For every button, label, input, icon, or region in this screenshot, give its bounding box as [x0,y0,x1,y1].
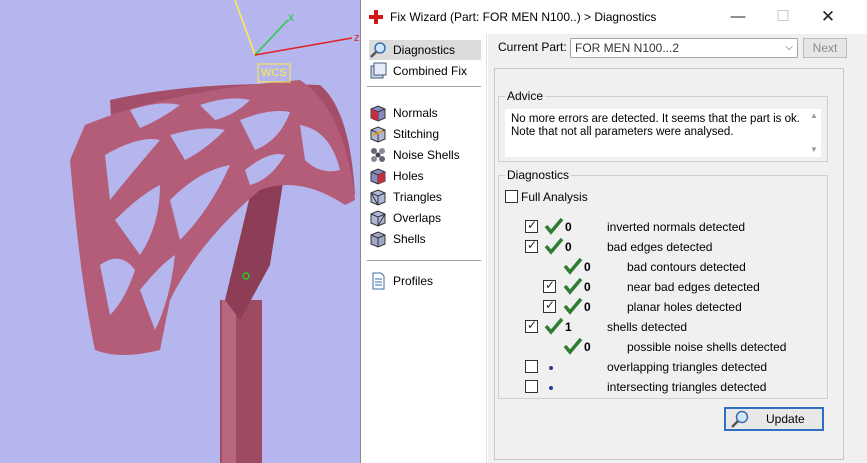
advice-group: Advice No more errors are detected. It s… [498,89,828,162]
overlapping-triangles-checkbox[interactable] [525,360,538,373]
bad-contours-count: 0 [584,260,591,274]
minimize-button[interactable]: — [723,6,753,28]
close-button[interactable]: ✕ [813,6,843,28]
nav-item-stitching[interactable]: Stitching [369,124,481,144]
noise-shells-label: possible noise shells detected [627,340,787,354]
holes-cube-icon [370,168,386,185]
ok-check-icon [544,317,564,335]
shells-label: shells detected [607,320,688,334]
nav-item-label: Normals [393,106,438,120]
full-analysis-label: Full Analysis [521,190,588,204]
shells-cube-icon [370,231,386,248]
nav-item-overlaps[interactable]: Overlaps [369,208,481,228]
ok-check-icon [544,217,564,235]
magnifier-icon [370,42,386,58]
stitching-cube-icon [370,126,386,143]
intersecting-triangles-label: intersecting triangles detected [607,380,767,394]
planar-holes-checkbox[interactable] [543,298,556,313]
diagnostics-group: Diagnostics Full Analysis 0 inverted nor… [498,168,828,399]
inverted-normals-checkbox[interactable] [525,218,538,233]
nav-item-shells[interactable]: Shells [369,229,481,249]
main-panel: Current Part: FOR MEN N100...2 ⌵ Next Ad… [488,34,867,463]
scroll-up-icon[interactable]: ▲ [810,111,818,120]
planar-holes-label: planar holes detected [627,300,742,314]
nav-item-label: Combined Fix [393,64,468,78]
inverted-normals-label: inverted normals detected [607,220,746,234]
normals-cube-icon [370,105,386,122]
maximize-button[interactable]: ☐ [768,6,798,28]
diagnostics-title: Diagnostics [505,168,572,182]
nav-item-normals[interactable]: Normals [369,103,481,123]
advice-title: Advice [505,89,546,103]
nav-item-label: Shells [393,232,426,246]
profiles-document-icon [372,272,385,290]
title-bar[interactable]: Fix Wizard (Part: FOR MEN N100..) > Diag… [361,0,867,34]
nav-item-label: Stitching [393,127,440,141]
update-label: Update [766,412,805,426]
nav-item-label: Holes [393,169,424,183]
red-cross-icon [369,10,383,24]
ok-check-icon [563,257,583,275]
current-part-value: FOR MEN N100...2 [575,41,680,55]
update-button[interactable]: Update [724,407,824,431]
axis-z-label: z [354,32,360,44]
window-title: Fix Wizard (Part: FOR MEN N100..) > Diag… [390,10,657,24]
not-analysed-dot-icon [549,386,553,390]
nav-divider [367,260,481,261]
advice-textbox[interactable]: No more errors are detected. It seems th… [505,109,807,157]
nav-item-holes[interactable]: Holes [369,166,481,186]
advice-scrollbar[interactable]: ▲ ▼ [807,109,821,157]
ok-check-icon [544,237,564,255]
triangles-cube-icon [370,189,386,206]
model-render [70,0,355,463]
nav-item-label: Noise Shells [393,148,460,162]
current-part-select[interactable]: FOR MEN N100...2 ⌵ [570,38,798,58]
nav-item-combined-fix[interactable]: Combined Fix [369,61,481,81]
nav-item-noise-shells[interactable]: Noise Shells [369,145,481,165]
advice-line: No more errors are detected. It seems th… [511,113,800,125]
inverted-normals-count: 0 [565,220,572,234]
full-analysis-checkbox[interactable] [505,190,518,203]
next-button[interactable]: Next [803,38,847,58]
3d-viewport[interactable]: x z WCS [0,0,360,463]
planar-holes-count: 0 [584,300,591,314]
nav-item-label: Profiles [393,274,434,288]
ok-check-icon [563,277,583,295]
magnifier-icon [731,410,749,428]
scroll-down-icon[interactable]: ▼ [810,145,818,154]
not-analysed-dot-icon [549,366,553,370]
ok-check-icon [563,337,583,355]
near-bad-edges-count: 0 [584,280,591,294]
combined-fix-icon [370,62,387,79]
bad-edges-label: bad edges detected [607,240,713,254]
bad-contours-label: bad contours detected [627,260,746,274]
intersecting-triangles-checkbox[interactable] [525,380,538,393]
overlapping-triangles-label: overlapping triangles detected [607,360,768,374]
shells-count: 1 [565,320,572,334]
current-part-label: Current Part: [498,40,567,54]
overlaps-cube-icon [370,210,386,227]
nav-item-triangles[interactable]: Triangles [369,187,481,207]
nav-item-label: Diagnostics [393,43,456,57]
wcs-label: WCS [261,67,287,79]
advice-line: Note that not all parameters were analys… [511,126,734,138]
fix-wizard-dialog: Fix Wizard (Part: FOR MEN N100..) > Diag… [360,0,867,463]
ok-check-icon [563,297,583,315]
bad-edges-count: 0 [565,240,572,254]
near-bad-edges-label: near bad edges detected [627,280,760,294]
nav-item-label: Overlaps [393,211,442,225]
wizard-nav: Diagnostics Combined Fix Normals Stitchi… [361,34,487,463]
axis-x-label: x [288,10,294,24]
noise-shells-icon [371,148,385,162]
nav-divider [367,86,481,87]
nav-item-diagnostics[interactable]: Diagnostics [369,40,481,60]
nav-item-profiles[interactable]: Profiles [369,271,481,291]
chevron-down-icon: ⌵ [785,42,793,53]
near-bad-edges-checkbox[interactable] [543,278,556,293]
bad-edges-checkbox[interactable] [525,238,538,253]
noise-shells-count: 0 [584,340,591,354]
shells-checkbox[interactable] [525,318,538,333]
nav-item-label: Triangles [393,190,442,204]
